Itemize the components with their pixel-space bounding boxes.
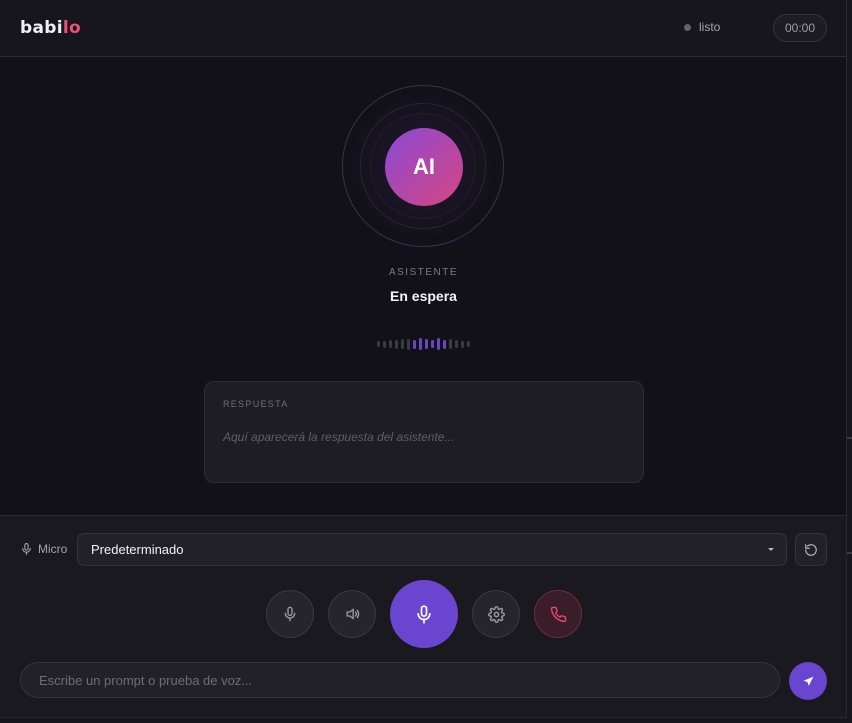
voice-level-bar [467, 341, 470, 347]
response-panel: RESPUESTA Aquí aparecerá la respuesta de… [204, 381, 644, 483]
microphone-select[interactable]: Predeterminado [77, 533, 787, 566]
voice-level-bar [383, 340, 386, 348]
speaker-icon [346, 608, 359, 620]
controls-panel: Micro Predeterminado [0, 515, 846, 717]
top-bar: babilo listo 00:00 [0, 0, 846, 57]
microphone-icon [284, 606, 296, 622]
response-placeholder: Aquí aparecerá la respuesta del asistent… [223, 430, 455, 444]
refresh-icon [805, 543, 817, 556]
status-text: listo [699, 20, 721, 34]
voice-level-bar [461, 340, 464, 348]
call-timer: 00:00 [773, 14, 827, 42]
assistant-state: En espera [390, 288, 457, 304]
voice-level-bar [407, 338, 410, 350]
microphone-selected-device: Predeterminado [91, 542, 184, 557]
voice-level-bar [455, 340, 458, 348]
connection-status: listo [684, 20, 720, 34]
voice-level-bar [413, 339, 416, 349]
window-edge-mark [847, 437, 852, 439]
microphone-icon [22, 543, 31, 555]
send-button[interactable] [789, 662, 827, 700]
push-to-talk-button[interactable] [390, 580, 458, 648]
send-icon [803, 676, 813, 686]
hang-up-button[interactable] [534, 590, 582, 638]
assistant-avatar: AI [385, 128, 463, 206]
assistant-role: ASISTENTE [388, 267, 459, 278]
voice-level-bar [389, 340, 392, 348]
response-label: RESPUESTA [223, 399, 289, 409]
brand-suffix: lo [62, 18, 81, 38]
refresh-devices-button[interactable] [795, 533, 827, 566]
voice-level-bar [443, 339, 446, 349]
window-edge-mark [847, 552, 852, 554]
status-dot-icon [684, 23, 691, 31]
voice-level-bar [395, 339, 398, 349]
voice-level-bar [431, 340, 434, 348]
prompt-input[interactable] [20, 662, 780, 698]
gear-icon [487, 605, 505, 623]
voice-level-bar [437, 338, 440, 350]
microphone-label-text: Micro [38, 542, 68, 556]
assistant-stage: AI ASISTENTE En espera RESPUESTA Aquí ap… [0, 58, 846, 515]
voice-level-bar [419, 338, 422, 350]
voice-assistant-app: babilo listo 00:00 AI ASISTENTE En esper… [0, 0, 847, 718]
speaker-button[interactable] [328, 590, 376, 638]
phone-icon [550, 606, 566, 622]
brand-logo: babilo [20, 18, 81, 38]
brand-prefix: babi [20, 18, 63, 38]
mute-button[interactable] [266, 590, 314, 638]
voice-level-meter [377, 338, 470, 350]
chevron-down-icon [768, 548, 774, 551]
settings-button[interactable] [472, 590, 520, 638]
microphone-icon [417, 604, 431, 624]
microphone-label: Micro [20, 542, 67, 556]
voice-level-bar [401, 339, 404, 349]
voice-level-bar [449, 339, 452, 349]
voice-level-bar [377, 341, 380, 347]
voice-level-bar [425, 339, 428, 349]
